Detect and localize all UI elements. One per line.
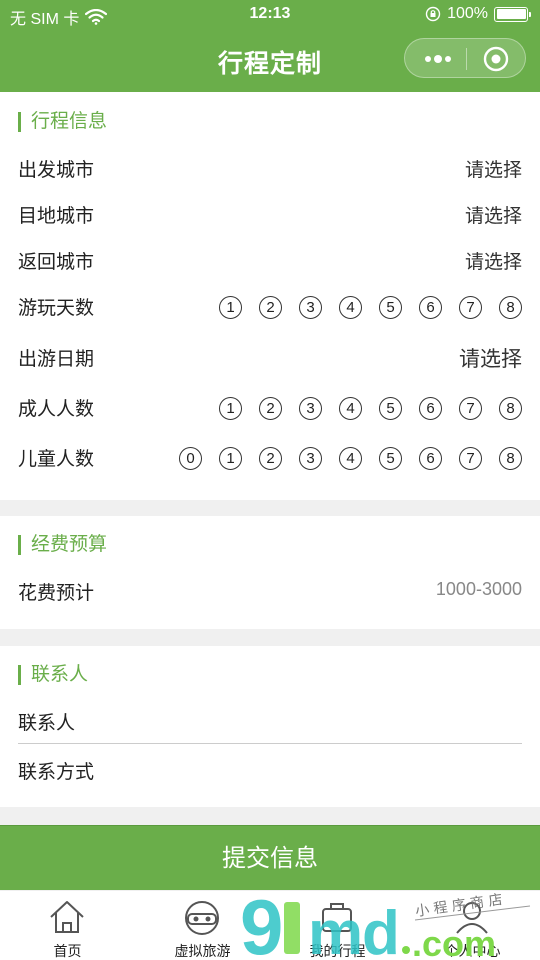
adults-option[interactable]: 3 [299, 397, 322, 420]
tab-home[interactable]: 首页 [0, 891, 135, 960]
tab-profile[interactable]: 个人中心 [405, 891, 540, 960]
children-option[interactable]: 3 [299, 447, 322, 470]
return-city-select[interactable]: 请选择 [465, 247, 522, 274]
section-title-contact: 联系人 [18, 665, 88, 685]
section-title-budget: 经费预算 [18, 535, 107, 555]
trip-info-card: 行程信息 出发城市 请选择 目地城市 请选择 返回城市 请选择 游玩天数 1 2… [0, 92, 540, 500]
days-option[interactable]: 1 [219, 296, 242, 319]
capsule-divider [466, 48, 467, 70]
vr-headset-icon [185, 901, 219, 935]
destination-city-select[interactable]: 请选择 [465, 201, 522, 228]
departure-city-select[interactable]: 请选择 [465, 155, 522, 182]
children-option[interactable]: 8 [499, 447, 522, 470]
budget-card: 经费预算 花费预计 1000-3000 [0, 516, 540, 629]
days-label: 游玩天数 [18, 298, 95, 319]
days-options: 1 2 3 4 5 6 7 8 [219, 296, 522, 319]
status-right: 100% [425, 5, 531, 23]
tab-vr-tour[interactable]: 虚拟旅游 [135, 891, 270, 960]
adults-options: 1 2 3 4 5 6 7 8 [219, 397, 522, 420]
days-option[interactable]: 8 [499, 296, 522, 319]
more-icon[interactable] [423, 51, 453, 67]
days-option[interactable]: 4 [339, 296, 362, 319]
section-title-trip: 行程信息 [18, 112, 107, 132]
departure-city-label: 出发城市 [18, 160, 95, 181]
mini-program-capsule [404, 38, 526, 78]
nav-bar: 行程定制 [0, 30, 540, 92]
adults-option[interactable]: 1 [219, 397, 242, 420]
date-label: 出游日期 [18, 349, 95, 370]
children-option[interactable]: 1 [219, 447, 242, 470]
home-icon [50, 901, 84, 933]
contact-method-field[interactable]: 联系方式 [18, 757, 94, 784]
contact-divider [18, 743, 522, 744]
children-option[interactable]: 4 [339, 447, 362, 470]
cost-value[interactable]: 1000-3000 [436, 579, 522, 600]
contact-name-field[interactable]: 联系人 [18, 708, 75, 735]
children-option[interactable]: 7 [459, 447, 482, 470]
adults-option[interactable]: 6 [419, 397, 442, 420]
adults-option[interactable]: 5 [379, 397, 402, 420]
adults-option[interactable]: 2 [259, 397, 282, 420]
user-icon [456, 902, 488, 934]
children-label: 儿童人数 [18, 449, 95, 470]
submit-button[interactable]: 提交信息 [0, 825, 540, 890]
tab-label: 虚拟旅游 [174, 943, 231, 959]
tab-label: 个人中心 [444, 943, 501, 959]
battery-icon [494, 6, 531, 22]
children-option[interactable]: 2 [259, 447, 282, 470]
children-option[interactable]: 5 [379, 447, 402, 470]
battery-percent: 100% [447, 5, 488, 22]
destination-city-label: 目地城市 [18, 206, 95, 227]
suitcase-icon [322, 903, 352, 932]
children-option[interactable]: 6 [419, 447, 442, 470]
adults-option[interactable]: 4 [339, 397, 362, 420]
cost-label: 花费预计 [18, 583, 95, 604]
tab-label: 首页 [53, 943, 82, 959]
days-option[interactable]: 5 [379, 296, 402, 319]
children-options: 0 1 2 3 4 5 6 7 8 [179, 447, 522, 470]
close-icon[interactable] [483, 46, 509, 72]
date-select[interactable]: 请选择 [459, 343, 522, 373]
days-option[interactable]: 7 [459, 296, 482, 319]
days-option[interactable]: 3 [299, 296, 322, 319]
children-option[interactable]: 0 [179, 447, 202, 470]
days-option[interactable]: 2 [259, 296, 282, 319]
status-bar: 无 SIM 卡 12:13 100% [0, 0, 540, 30]
tab-label: 我的行程 [309, 943, 366, 959]
days-option[interactable]: 6 [419, 296, 442, 319]
orientation-lock-icon [425, 6, 441, 22]
adults-option[interactable]: 8 [499, 397, 522, 420]
tab-my-trips[interactable]: 我的行程 [270, 891, 405, 960]
adults-option[interactable]: 7 [459, 397, 482, 420]
return-city-label: 返回城市 [18, 252, 95, 273]
contact-card: 联系人 联系人 联系方式 [0, 646, 540, 807]
tab-bar: 首页 虚拟旅游 我的行程 个人中心 [0, 891, 540, 960]
adults-label: 成人人数 [18, 399, 95, 420]
